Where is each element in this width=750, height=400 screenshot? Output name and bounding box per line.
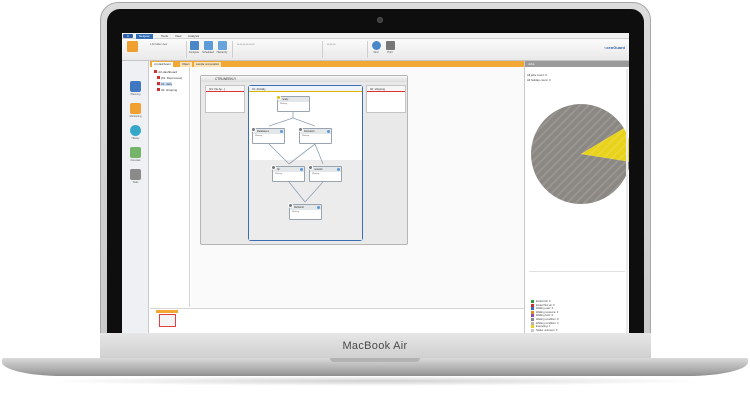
connector-icon <box>317 206 320 209</box>
minimap-tab[interactable] <box>156 310 178 313</box>
folder-tree: ctrl-dashboard [01: fileprocess] 01: dai… <box>150 67 190 307</box>
screen: ≡ Netgear Tools View Analysis ▾ All fold… <box>122 33 629 346</box>
legend-swatch <box>531 310 534 314</box>
device-brand-label: MacBook Air <box>342 340 408 352</box>
sidebar-item-planning[interactable]: Planning <box>129 81 142 96</box>
ribbon-small-controls[interactable]: ▭ ▭ ▭ ▭ ▭ ▭ <box>237 43 255 46</box>
hierarchy-icon <box>217 41 227 50</box>
connector-icon <box>327 130 330 133</box>
tree-item-selected[interactable]: 01: daily <box>157 82 173 86</box>
ribbon-button-hierarchy[interactable]: Hierarchy <box>216 41 228 56</box>
node-ftp[interactable]: ftp Waiting <box>271 165 305 182</box>
stat-all-holiday: All holiday count: 0 <box>527 78 551 82</box>
search-icon <box>371 41 381 50</box>
status-icon <box>251 127 256 132</box>
legend-swatch <box>531 300 534 303</box>
brand-logo: <cenGuard <box>604 45 625 50</box>
legend-swatch <box>531 318 534 321</box>
legend-label: Status unknown: 0 <box>536 328 558 332</box>
jobs-pane-header: Jobs <box>525 61 629 67</box>
tree-item[interactable]: [01: fileprocess] <box>157 76 182 80</box>
logo-name: cenGuard <box>606 45 625 50</box>
camera-icon <box>377 17 383 23</box>
planning-icon <box>130 81 141 92</box>
left-sidebar: Planning Monitoring History Forecast Too… <box>122 61 149 343</box>
sidebar-item-monitoring[interactable]: Monitoring <box>129 103 142 118</box>
minimap-panel <box>150 308 524 334</box>
node-filewatch[interactable]: Filewatch Waiting <box>298 127 332 144</box>
forecast-icon <box>130 147 141 158</box>
app-menu-button[interactable]: ≡ <box>123 34 133 38</box>
ribbon-button-find[interactable]: Find <box>370 41 382 56</box>
ribbon-small-controls-2[interactable]: ▭ ▭ ▭ <box>327 43 335 46</box>
connector-icon <box>280 130 283 133</box>
ribbon-button-print[interactable]: Print <box>384 41 396 56</box>
node-network[interactable]: network Waiting <box>308 165 342 182</box>
lane-shipping[interactable]: 02: shipping <box>366 85 406 113</box>
status-icon <box>298 127 303 132</box>
ribbon-button-scheduled[interactable]: Scheduled <box>202 41 214 56</box>
laptop-lid: ≡ Netgear Tools View Analysis ▾ All fold… <box>100 2 651 357</box>
history-icon <box>130 125 141 136</box>
laptop-notch <box>330 358 420 362</box>
folder-icon <box>154 70 157 73</box>
monitoring-icon <box>130 103 141 114</box>
status-icon <box>276 95 281 100</box>
ribbon-separator <box>186 41 187 58</box>
connector-icon <box>300 168 303 171</box>
tree-item[interactable]: 02: shipping <box>157 88 177 92</box>
pie-legend: Ended Ok: 0 Ended Not ok: 0 Waiting user: … <box>529 271 625 333</box>
legend-swatch <box>531 321 534 325</box>
sidebar-item-tools[interactable]: Tools <box>129 169 142 184</box>
node-filemonitr[interactable]: fileMonitr Waiting <box>288 203 322 220</box>
home-icon <box>126 41 138 52</box>
calendar-icon <box>203 41 213 50</box>
status-pie-chart <box>530 103 629 205</box>
diagram-canvas[interactable]: CTRLWEEKLY [01: file Ap...] 01: dbdaily <box>191 67 524 325</box>
lane-dbdaily[interactable]: 01: dbdaily ready Waiting Databases Wait… <box>248 85 363 241</box>
legend-swatch <box>531 325 534 329</box>
folder-icon <box>157 76 160 79</box>
minimap-viewport[interactable] <box>159 314 176 327</box>
stat-all-jobs: All jobs count: 9 <box>527 73 547 77</box>
status-icon <box>271 165 276 170</box>
jobs-pane: Jobs All jobs count: 9 All holiday count… <box>524 61 629 338</box>
legend-swatch <box>531 314 534 318</box>
connector-icon <box>337 168 340 171</box>
ribbon-home-button[interactable] <box>124 41 140 56</box>
node-databases[interactable]: Databases Waiting <box>251 127 285 144</box>
ribbon-separator <box>367 41 368 58</box>
pie-svg <box>531 104 629 204</box>
flow-diagram: CTRLWEEKLY [01: file Ap...] 01: dbdaily <box>200 75 408 245</box>
diagram-title: CTRLWEEKLY <box>201 76 407 82</box>
tools-icon <box>130 169 141 180</box>
sidebar-item-forecast[interactable]: Forecast <box>129 147 142 162</box>
ribbon: ▾ All folder view Compute Scheduled Hier… <box>122 39 629 61</box>
ribbon-separator <box>322 41 323 58</box>
folder-icon <box>157 88 160 91</box>
status-icon <box>288 203 293 208</box>
folder-icon <box>157 82 160 85</box>
app-window: ≡ Netgear Tools View Analysis ▾ All fold… <box>122 33 629 346</box>
lane-file-ap[interactable]: [01: file Ap...] <box>205 85 245 113</box>
legend-item: Status unknown: 0 <box>531 328 558 332</box>
node-ready[interactable]: ready Waiting <box>276 95 310 112</box>
print-icon <box>385 41 395 50</box>
legend-swatch <box>531 307 534 311</box>
ribbon-button-compute[interactable]: Compute <box>188 41 200 56</box>
tree-item[interactable]: ctrl-dashboard <box>154 70 177 74</box>
jobs-pane-scrollbar[interactable] <box>626 69 628 335</box>
ribbon-separator <box>232 41 233 58</box>
screen-bezel: ≡ Netgear Tools View Analysis ▾ All fold… <box>107 9 644 356</box>
sidebar-item-history[interactable]: History <box>129 125 142 140</box>
legend-swatch <box>531 303 534 307</box>
status-icon <box>308 165 313 170</box>
laptop-shadow <box>40 376 710 386</box>
legend-swatch <box>531 328 534 332</box>
compute-icon <box>189 41 199 50</box>
ribbon-dropdown[interactable]: ▾ All folder view <box>150 43 167 46</box>
